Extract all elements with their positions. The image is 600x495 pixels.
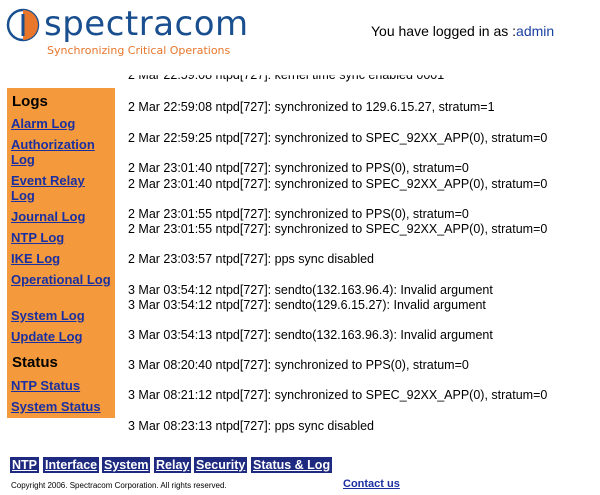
- logs-heading: Logs: [12, 93, 48, 110]
- sidebar-item-system-log[interactable]: System Log: [11, 308, 111, 323]
- copyright-text: Copyright 2006. Spectracom Corporation. …: [11, 481, 227, 490]
- log-line: 3 Mar 03:54:12 ntpd[727]: sendto(132.163…: [128, 283, 493, 297]
- sidebar-item-authorization-log[interactable]: Authorization Log: [11, 137, 111, 167]
- log-line: 3 Mar 08:20:40 ntpd[727]: synchronized t…: [128, 358, 469, 372]
- contact-us-link[interactable]: Contact us: [343, 478, 400, 490]
- nav-relay[interactable]: Relay: [154, 457, 192, 473]
- log-line: 3 Mar 03:54:12 ntpd[727]: sendto(129.6.1…: [128, 298, 486, 312]
- sidebar-item-journal-log[interactable]: Journal Log: [11, 209, 111, 224]
- nav-ntp[interactable]: NTP: [10, 457, 39, 473]
- sidebar-item-operational-log[interactable]: Operational Log: [11, 272, 111, 287]
- log-line: 2 Mar 23:03:57 ntpd[727]: pps sync disab…: [128, 252, 374, 266]
- nav-interface[interactable]: Interface: [43, 457, 100, 473]
- log-line: 2 Mar 23:01:40 ntpd[727]: synchronized t…: [128, 161, 469, 175]
- spectracom-logo-icon: [6, 8, 40, 42]
- nav-system[interactable]: System: [102, 457, 151, 473]
- sidebar-item-ntp-status[interactable]: NTP Status: [11, 378, 111, 393]
- sidebar-item-ike-log[interactable]: IKE Log: [11, 251, 111, 266]
- status-heading: Status: [12, 354, 58, 371]
- sidebar-item-update-log[interactable]: Update Log: [11, 329, 111, 344]
- log-line: 2 Mar 22:59:08 ntpd[727]: kernel time sy…: [128, 68, 445, 82]
- log-line: 3 Mar 03:54:13 ntpd[727]: sendto(132.163…: [128, 328, 493, 342]
- log-line: 2 Mar 22:59:25 ntpd[727]: synchronized t…: [128, 131, 548, 145]
- nav-status-and-log[interactable]: Status & Log: [251, 457, 333, 473]
- log-content: 2 Mar 22:59:08 ntpd[727]: kernel time sy…: [128, 0, 598, 440]
- sidebar-item-system-status[interactable]: System Status: [11, 399, 111, 414]
- nav-security[interactable]: Security: [194, 457, 248, 473]
- sidebar-item-ntp-log[interactable]: NTP Log: [11, 230, 111, 245]
- sidebar-item-event-relay-log[interactable]: Event Relay Log: [11, 173, 111, 203]
- log-line: 3 Mar 08:21:12 ntpd[727]: synchronized t…: [128, 388, 548, 402]
- log-line: 2 Mar 23:01:55 ntpd[727]: synchronized t…: [128, 222, 548, 236]
- log-line: 2 Mar 22:59:08 ntpd[727]: synchronized t…: [128, 100, 495, 114]
- sidebar-item-alarm-log[interactable]: Alarm Log: [11, 116, 111, 131]
- log-line: 2 Mar 23:01:40 ntpd[727]: synchronized t…: [128, 177, 548, 191]
- log-line: 3 Mar 08:23:13 ntpd[727]: pps sync disab…: [128, 419, 374, 433]
- sidebar: Logs Alarm Log Authorization Log Event R…: [7, 88, 115, 418]
- log-line: 2 Mar 23:01:55 ntpd[727]: synchronized t…: [128, 207, 469, 221]
